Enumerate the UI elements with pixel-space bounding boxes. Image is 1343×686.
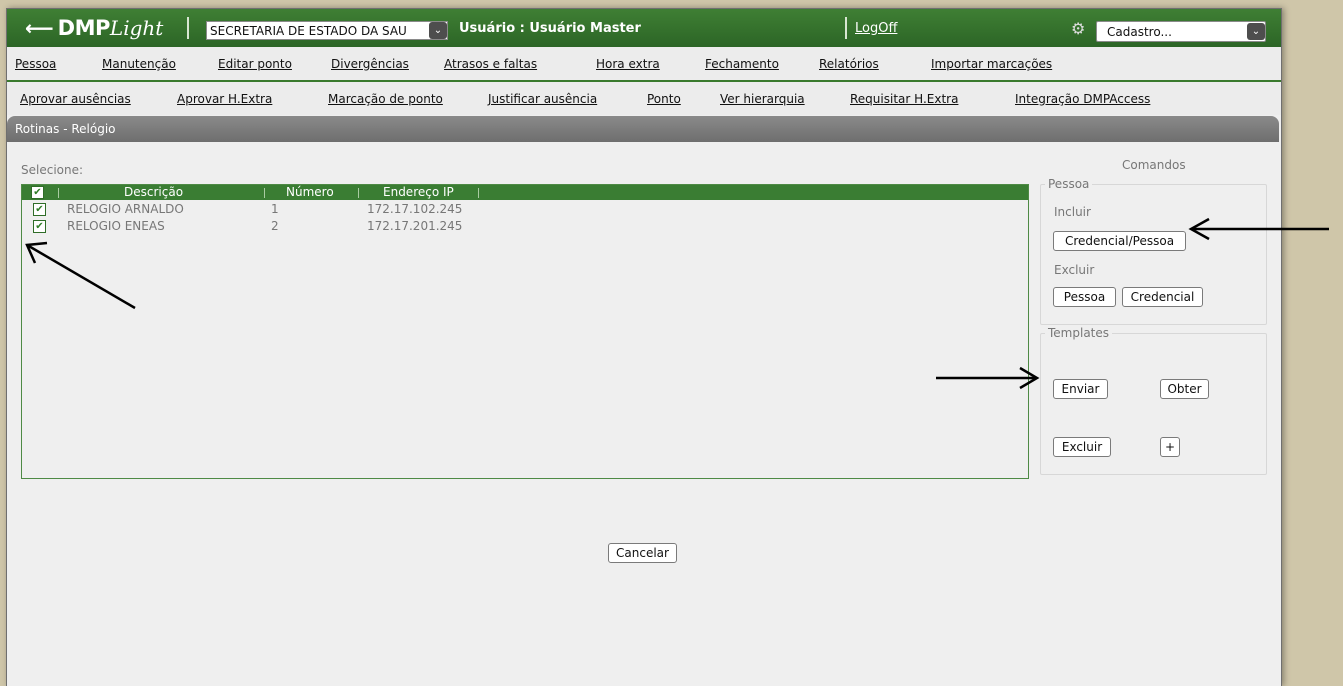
commands-title: Comandos [1122,158,1186,172]
section-header: Rotinas - Relógio [7,116,1279,142]
table-row[interactable]: ✔ RELOGIO ARNALDO 1 172.17.102.245 [22,201,1028,217]
column-separator [478,188,479,198]
organization-select-value: SECRETARIA DE ESTADO DA SAU [210,23,407,38]
clock-grid: ✔ Descrição Número Endereço IP ✔ RELOGIO… [21,184,1029,479]
menu-item-justificar-ausencia[interactable]: Justificar ausência [488,92,597,106]
incluir-label: Incluir [1054,205,1091,219]
annotation-arrow-icon [25,241,136,310]
top-bar: ⟵ DMP Light SECRETARIA DE ESTADO DA SAU … [7,9,1281,47]
organization-select[interactable]: SECRETARIA DE ESTADO DA SAU ⌄ [206,21,448,40]
menu-item-aprovar-hextra[interactable]: Aprovar H.Extra [177,92,272,106]
table-row[interactable]: ✔ RELOGIO ENEAS 2 172.17.201.245 [22,218,1028,234]
add-template-button[interactable]: + [1160,437,1180,457]
pessoa-group: Pessoa Incluir Credencial/Pessoa Excluir… [1040,177,1267,325]
templates-legend: Templates [1048,326,1110,340]
pessoa-legend: Pessoa [1048,177,1090,191]
logoff-link[interactable]: LogOff [855,21,897,36]
column-separator [264,188,265,198]
menu-item-pessoa[interactable]: Pessoa [15,57,56,71]
row-checkbox[interactable]: ✔ [33,220,46,233]
column-separator [58,188,59,198]
grid-header: ✔ Descrição Número Endereço IP [22,185,1028,200]
menu-item-integracao-dmpaccess[interactable]: Integração DMPAccess [1015,92,1150,106]
menu-item-marcacao-de-ponto[interactable]: Marcação de ponto [328,92,443,106]
menu-item-hora-extra[interactable]: Hora extra [596,57,660,71]
excluir-credencial-button[interactable]: Credencial [1122,287,1203,307]
excluir-label: Excluir [1054,263,1095,277]
excluir-pessoa-button[interactable]: Pessoa [1053,287,1116,307]
cell-endereco-ip: 172.17.102.245 [367,202,463,216]
cell-numero: 1 [271,202,279,216]
cadastro-select-value: Cadastro... [1107,24,1172,39]
cell-descricao: RELOGIO ARNALDO [67,202,184,216]
menu-item-ponto[interactable]: Ponto [647,92,681,106]
credencial-pessoa-button[interactable]: Credencial/Pessoa [1053,231,1186,251]
chevron-down-icon[interactable]: ⌄ [429,22,447,39]
cell-numero: 2 [271,219,279,233]
column-header-numero[interactable]: Número [286,185,334,200]
header-divider [845,17,847,39]
column-header-descricao[interactable]: Descrição [124,185,183,200]
logo-bold-text: DMP [57,16,111,40]
menu-item-manutencao[interactable]: Manutenção [102,57,176,71]
enviar-template-button[interactable]: Enviar [1053,379,1108,399]
menu-item-divergencias[interactable]: Divergências [331,57,409,71]
cancel-button[interactable]: Cancelar [608,543,677,563]
header-divider [187,17,189,39]
column-separator [358,188,359,198]
select-label: Selecione: [21,163,84,177]
menu-item-ver-hierarquia[interactable]: Ver hierarquia [720,92,805,106]
logo-light-text: Light [109,16,164,40]
templates-group: Templates Enviar Obter Excluir + [1040,326,1267,475]
cell-descricao: RELOGIO ENEAS [67,219,165,233]
gear-icon[interactable]: ⚙ [1071,19,1085,38]
menu-item-fechamento[interactable]: Fechamento [705,57,779,71]
cell-endereco-ip: 172.17.201.245 [367,219,463,233]
menu-item-editar-ponto[interactable]: Editar ponto [218,57,292,71]
dmplight-logo: ⟵ DMP Light [25,16,163,40]
obter-template-button[interactable]: Obter [1160,379,1209,399]
main-menu: Pessoa Manutenção Editar ponto Divergênc… [7,47,1281,82]
column-header-endereco-ip[interactable]: Endereço IP [383,185,454,200]
row-checkbox[interactable]: ✔ [33,203,46,216]
logo-arrow-icon: ⟵ [25,16,54,40]
cadastro-select[interactable]: Cadastro... ⌄ [1096,21,1266,42]
annotation-arrow-icon [936,366,1040,390]
menu-item-requisitar-hextra[interactable]: Requisitar H.Extra [850,92,958,106]
menu-item-atrasos-e-faltas[interactable]: Atrasos e faltas [444,57,537,71]
secondary-menu: Aprovar ausências Aprovar H.Extra Marcaç… [7,82,1281,115]
user-label: Usuário : Usuário Master [459,21,641,36]
menu-item-importar-marcacoes[interactable]: Importar marcações [931,57,1052,71]
menu-item-aprovar-ausencias[interactable]: Aprovar ausências [20,92,131,106]
menu-item-relatorios[interactable]: Relatórios [819,57,879,71]
select-all-checkbox[interactable]: ✔ [31,186,44,199]
app-window: ⟵ DMP Light SECRETARIA DE ESTADO DA SAU … [6,8,1282,686]
annotation-arrow-icon [1188,217,1329,241]
chevron-down-icon[interactable]: ⌄ [1247,23,1265,40]
excluir-template-button[interactable]: Excluir [1053,437,1111,457]
section-title: Rotinas - Relógio [15,122,116,136]
